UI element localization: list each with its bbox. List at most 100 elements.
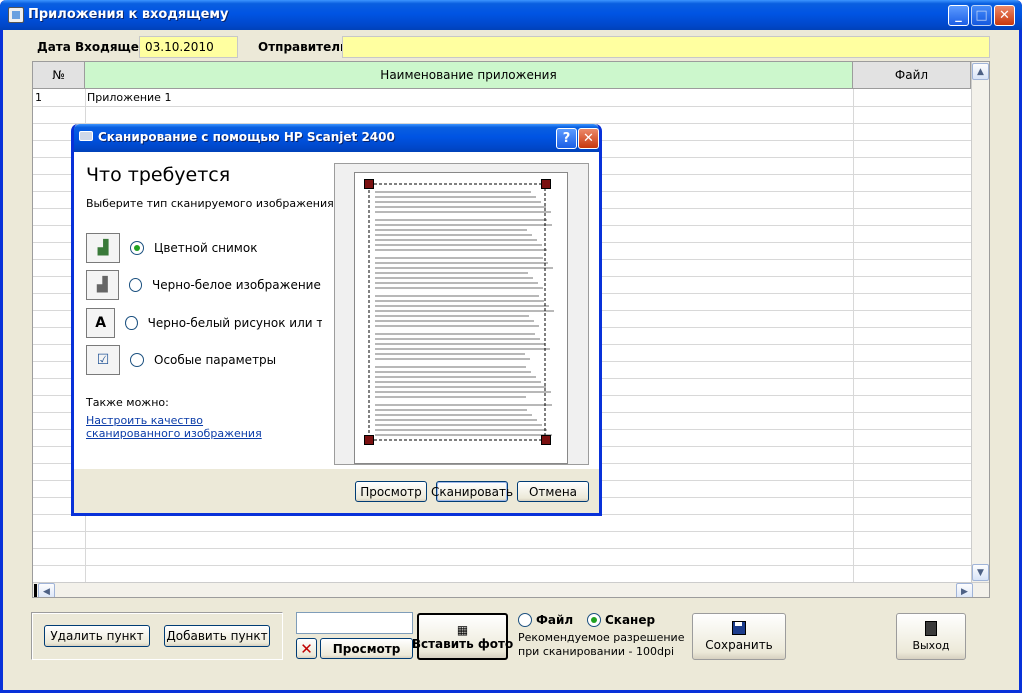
source-file-option[interactable]: Файл bbox=[518, 613, 573, 627]
column-header-file[interactable]: Файл bbox=[853, 62, 971, 89]
dialog-cancel-button[interactable]: Отмена bbox=[517, 481, 589, 502]
clear-path-button[interactable]: ✕ bbox=[296, 638, 317, 659]
preview-text-line bbox=[375, 267, 553, 269]
preview-text-line bbox=[375, 434, 552, 436]
scroll-down-button[interactable]: ▼ bbox=[972, 564, 989, 581]
option-label: Черно-белый рисунок или текст bbox=[147, 316, 322, 330]
preview-text-line bbox=[375, 348, 550, 350]
preview-text-line bbox=[375, 249, 547, 251]
close-window-button[interactable]: ✕ bbox=[994, 5, 1015, 26]
maximize-button[interactable]: □ bbox=[971, 5, 992, 26]
minimize-button[interactable]: _ bbox=[948, 5, 969, 26]
exit-label: Выход bbox=[912, 639, 950, 652]
add-item-button[interactable]: Добавить пункт bbox=[164, 625, 270, 647]
option-label: Цветной снимок bbox=[154, 241, 258, 255]
preview-text-line bbox=[375, 287, 543, 289]
row-divider bbox=[33, 548, 973, 549]
crop-handle[interactable] bbox=[364, 179, 374, 189]
row-divider bbox=[33, 565, 973, 566]
preview-text-line bbox=[375, 305, 549, 307]
scroll-thumb[interactable] bbox=[34, 584, 37, 597]
dialog-preview-button[interactable]: Просмотр bbox=[355, 481, 427, 502]
preview-text-line bbox=[375, 310, 554, 312]
preview-text-line bbox=[375, 371, 531, 373]
delete-item-button[interactable]: Удалить пункт bbox=[44, 625, 150, 647]
close-icon: ✕ bbox=[300, 639, 313, 658]
option-grayscale[interactable]: ▟ Черно-белое изображение (оттенки bbox=[86, 269, 322, 301]
option-label: Особые параметры bbox=[154, 353, 277, 367]
row-name-cell: Приложение 1 bbox=[87, 91, 172, 104]
save-label: Сохранить bbox=[705, 638, 773, 652]
save-button[interactable]: Сохранить bbox=[692, 613, 786, 660]
resolution-hint-line2: при сканировании - 100dpi bbox=[518, 645, 674, 658]
preview-text-line bbox=[375, 244, 542, 246]
column-header-name[interactable]: Наименование приложения bbox=[85, 62, 853, 89]
sender-field[interactable] bbox=[342, 36, 990, 58]
radio-file[interactable] bbox=[518, 613, 532, 627]
minimize-icon: _ bbox=[955, 8, 962, 23]
preview-page bbox=[354, 172, 568, 464]
preview-text-line bbox=[375, 191, 531, 193]
maximize-icon: □ bbox=[975, 8, 988, 23]
preview-text-line bbox=[375, 366, 526, 368]
file-path-field[interactable] bbox=[296, 612, 413, 634]
window-title: Приложения к входящему bbox=[28, 7, 229, 22]
source-scanner-option[interactable]: Сканер bbox=[587, 613, 655, 627]
preview-text-line bbox=[375, 320, 534, 322]
preview-text-line bbox=[375, 381, 541, 383]
also-label: Также можно: bbox=[86, 396, 169, 409]
help-icon: ? bbox=[562, 131, 571, 146]
crop-handle[interactable] bbox=[364, 435, 374, 445]
chevron-right-icon: ▶ bbox=[961, 586, 968, 597]
preview-text-line bbox=[375, 262, 548, 264]
dialog-body: Что требуется Выберите тип сканируемого … bbox=[74, 152, 599, 469]
grayscale-photo-icon: ▟ bbox=[86, 270, 119, 300]
scroll-right-button[interactable]: ▶ bbox=[956, 583, 973, 597]
preview-text-line bbox=[375, 338, 540, 340]
preview-text-line bbox=[375, 409, 527, 411]
preview-button[interactable]: Просмотр bbox=[320, 638, 413, 659]
color-photo-icon: ▟ bbox=[86, 233, 120, 263]
exit-button[interactable]: Выход bbox=[896, 613, 966, 660]
chevron-down-icon: ▼ bbox=[977, 567, 984, 578]
resolution-hint-line1: Рекомендуемое разрешение bbox=[518, 631, 685, 644]
option-custom[interactable]: ☑ Особые параметры bbox=[86, 344, 322, 376]
scroll-up-button[interactable]: ▲ bbox=[972, 63, 989, 80]
vertical-scrollbar[interactable]: ▲ ▼ bbox=[971, 62, 989, 582]
scan-button[interactable]: Сканировать bbox=[431, 481, 513, 502]
preview-text-line bbox=[375, 358, 530, 360]
bw-text-icon: A bbox=[86, 308, 116, 338]
scroll-left-button[interactable]: ◀ bbox=[38, 583, 55, 597]
preview-text-line bbox=[375, 386, 546, 388]
radio-bw-text[interactable] bbox=[125, 316, 138, 330]
preview-text-line bbox=[375, 219, 547, 221]
close-dialog-button[interactable]: ✕ bbox=[578, 128, 599, 149]
horizontal-scrollbar[interactable]: ◀ ▶ bbox=[33, 582, 989, 597]
date-field[interactable]: 03.10.2010 bbox=[139, 36, 238, 58]
preview-text-line bbox=[375, 277, 533, 279]
radio-color-photo[interactable] bbox=[130, 241, 144, 255]
option-bw-text[interactable]: A Черно-белый рисунок или текст bbox=[86, 307, 322, 339]
preview-text-line bbox=[375, 376, 536, 378]
insert-photo-button[interactable]: ▦ Вставить фото bbox=[412, 613, 513, 660]
preview-document-lines bbox=[368, 183, 554, 441]
exit-door-icon bbox=[925, 621, 937, 636]
preview-text-line bbox=[375, 391, 551, 393]
app-icon bbox=[8, 7, 24, 23]
sender-label: Отправитель bbox=[258, 40, 348, 54]
preview-text-line bbox=[375, 419, 537, 421]
crop-handle[interactable] bbox=[541, 179, 551, 189]
radio-grayscale[interactable] bbox=[128, 278, 143, 292]
column-header-number[interactable]: № bbox=[33, 62, 85, 89]
scan-preview-area bbox=[334, 163, 589, 465]
help-button[interactable]: ? bbox=[556, 128, 577, 149]
radio-custom[interactable] bbox=[130, 353, 144, 367]
chevron-up-icon: ▲ bbox=[977, 66, 984, 77]
table-row[interactable]: 1 Приложение 1 bbox=[33, 89, 971, 106]
quality-settings-link[interactable]: Настроить качество сканированного изобра… bbox=[86, 414, 286, 440]
preview-text-line bbox=[375, 196, 536, 198]
radio-scanner[interactable] bbox=[587, 613, 601, 627]
option-color-photo[interactable]: ▟ Цветной снимок bbox=[86, 232, 322, 264]
scanner-icon bbox=[79, 131, 93, 141]
crop-handle[interactable] bbox=[541, 435, 551, 445]
